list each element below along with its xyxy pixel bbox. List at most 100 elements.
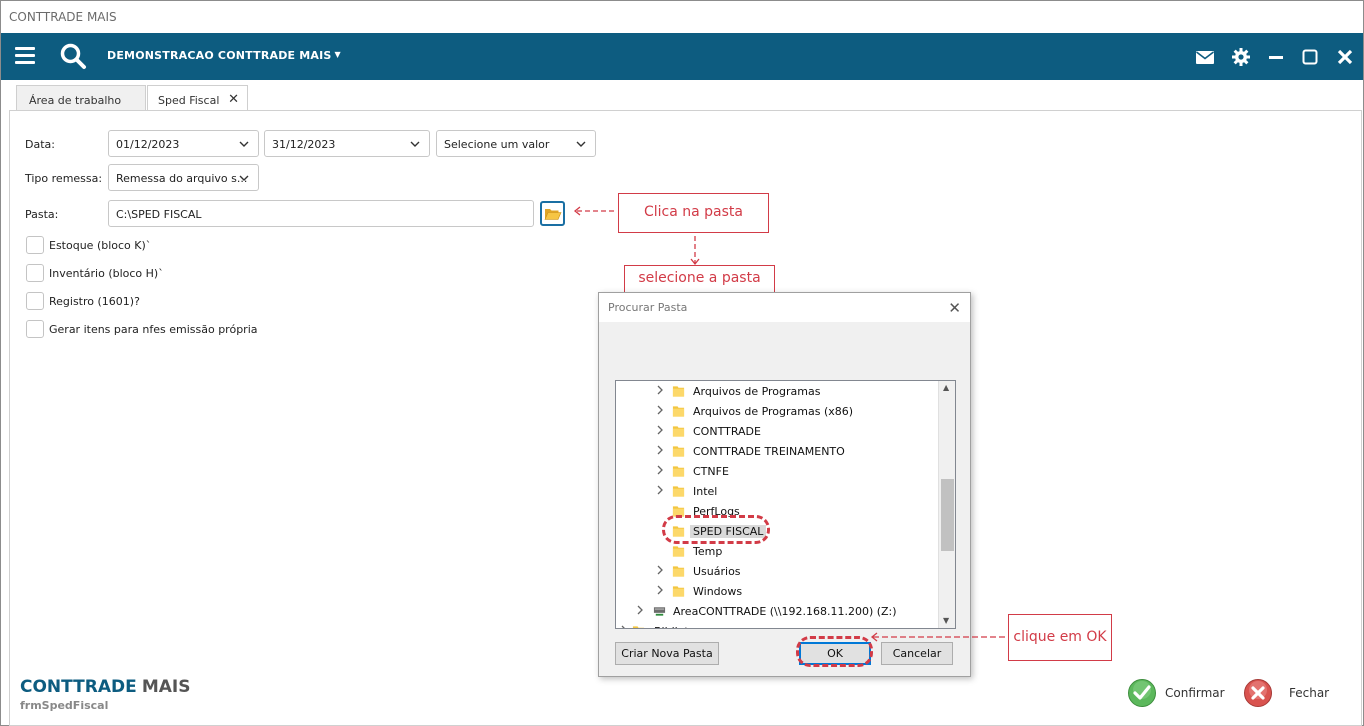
- folder-icon: [672, 586, 685, 597]
- app-window: CONTTRADE MAIS DEMONSTRACAO CONTTRADE MA…: [0, 0, 1364, 726]
- close-icon[interactable]: [1335, 47, 1355, 67]
- data-label: Data:: [25, 138, 55, 151]
- tree-item[interactable]: PerfLogs: [616, 501, 939, 521]
- folder-icon: [672, 546, 685, 557]
- tab-label: Sped Fiscal: [158, 94, 220, 107]
- brand-name-part2: MAIS: [141, 677, 191, 697]
- tree-item[interactable]: Arquivos de Programas (x86): [616, 401, 939, 421]
- tree-item[interactable]: CONTTRADE: [616, 421, 939, 441]
- menu-icon[interactable]: [15, 47, 35, 65]
- chevron-down-icon: [410, 141, 420, 147]
- checkbox-label-registro: Registro (1601)?: [49, 295, 140, 308]
- tree-item-label: Arquivos de Programas (x86): [693, 405, 854, 418]
- folder-icon: [632, 626, 645, 628]
- checkbox-gerar-itens[interactable]: [26, 320, 44, 338]
- tab-area-de-trabalho[interactable]: Área de trabalho: [16, 85, 146, 112]
- folder-icon: [672, 566, 685, 577]
- period-select[interactable]: Selecione um valor: [436, 130, 596, 157]
- tree-item[interactable]: CONTTRADE TREINAMENTO: [616, 441, 939, 461]
- annotation-highlight-sped-fiscal: [662, 515, 770, 544]
- search-icon[interactable]: [59, 42, 87, 70]
- expand-chevron-icon[interactable]: [620, 625, 628, 629]
- expand-chevron-icon[interactable]: [656, 405, 664, 415]
- tree-item-label: Intel: [693, 485, 718, 498]
- expand-chevron-icon[interactable]: [656, 485, 664, 495]
- date-start-select[interactable]: 01/12/2023: [108, 130, 259, 157]
- tree-item-label: CONTTRADE TREINAMENTO: [693, 445, 845, 458]
- expand-chevron-icon[interactable]: [656, 565, 664, 575]
- expand-chevron-icon[interactable]: [656, 425, 664, 435]
- scroll-up-icon[interactable]: ▲: [943, 383, 949, 392]
- tipo-remessa-label: Tipo remessa:: [25, 172, 103, 185]
- gear-icon[interactable]: [1231, 47, 1251, 67]
- brand-logo: CONTTRADE MAIS frmSpedFiscal: [20, 677, 190, 712]
- chevron-down-icon: [239, 141, 249, 147]
- window-title: CONTTRADE MAIS: [9, 10, 117, 24]
- open-folder-icon: [544, 209, 562, 220]
- tipo-remessa-select[interactable]: Remessa do arquivo s...: [108, 164, 259, 191]
- tree-item[interactable]: Intel: [616, 481, 939, 501]
- caret-down-icon: ▼: [334, 50, 341, 59]
- folder-tree[interactable]: Arquivos de Programas Arquivos de Program…: [615, 380, 956, 629]
- tree-scrollbar[interactable]: ▲ ▼: [938, 381, 955, 628]
- expand-chevron-icon[interactable]: [636, 605, 644, 615]
- confirm-check-icon: [1128, 679, 1156, 707]
- expand-chevron-icon[interactable]: [656, 585, 664, 595]
- folder-icon: [672, 446, 685, 457]
- folder-icon: [672, 426, 685, 437]
- tab-sped-fiscal[interactable]: Sped Fiscal ✕: [147, 85, 248, 113]
- annotation-clique-em-ok: clique em OK: [1008, 614, 1112, 661]
- company-name: DEMONSTRACAO CONTTRADE MAIS: [107, 49, 332, 62]
- annotation-arrow-to-folder: [573, 206, 615, 216]
- close-button[interactable]: Fechar: [1243, 678, 1338, 708]
- tab-close-icon[interactable]: ✕: [228, 92, 239, 107]
- expand-chevron-icon[interactable]: [656, 445, 664, 455]
- browse-folder-button[interactable]: [540, 201, 565, 226]
- confirm-button[interactable]: Confirmar: [1127, 678, 1227, 708]
- cancel-button[interactable]: Cancelar: [881, 642, 953, 665]
- tree-item[interactable]: AreaCONTTRADE (\\192.168.11.200) (Z:): [616, 601, 939, 621]
- window-titlebar: CONTTRADE MAIS: [1, 1, 1363, 33]
- tree-item[interactable]: Bibliot: [616, 621, 939, 629]
- checkbox-estoque[interactable]: [26, 236, 44, 254]
- checkbox-inventario[interactable]: [26, 264, 44, 282]
- company-dropdown[interactable]: DEMONSTRACAO CONTTRADE MAIS ▼: [107, 49, 341, 62]
- folder-icon: [672, 386, 685, 397]
- annotation-arrow-down: [690, 236, 700, 266]
- expand-chevron-icon[interactable]: [656, 385, 664, 395]
- tree-item[interactable]: Temp: [616, 541, 939, 561]
- maximize-icon[interactable]: [1300, 47, 1320, 67]
- mail-icon[interactable]: [1195, 47, 1215, 67]
- checkbox-label-estoque: Estoque (bloco K)`: [49, 239, 152, 252]
- date-end-value: 31/12/2023: [272, 138, 336, 151]
- tipo-remessa-value: Remessa do arquivo s...: [116, 172, 248, 185]
- close-label: Fechar: [1289, 686, 1330, 700]
- date-end-select[interactable]: 31/12/2023: [264, 130, 430, 157]
- checkbox-registro[interactable]: [26, 292, 44, 310]
- pasta-label: Pasta:: [25, 208, 59, 221]
- date-start-value: 01/12/2023: [116, 138, 180, 151]
- form-name: frmSpedFiscal: [20, 699, 109, 712]
- pasta-input[interactable]: C:\SPED FISCAL: [108, 200, 534, 227]
- dialog-close-icon[interactable]: ✕: [948, 299, 961, 317]
- minimize-icon[interactable]: [1266, 47, 1286, 67]
- folder-icon: [672, 406, 685, 417]
- scroll-thumb[interactable]: [941, 479, 954, 551]
- network-drive-icon: [653, 607, 666, 616]
- new-folder-button[interactable]: Criar Nova Pasta: [615, 642, 719, 665]
- scroll-down-icon[interactable]: ▼: [943, 616, 949, 625]
- checkbox-label-gerar-itens: Gerar itens para nfes emissão própria: [49, 323, 258, 336]
- expand-chevron-icon[interactable]: [656, 465, 664, 475]
- app-header-bar: DEMONSTRACAO CONTTRADE MAIS ▼: [1, 33, 1363, 80]
- tree-item[interactable]: Arquivos de Programas: [616, 381, 939, 401]
- annotation-arrow-to-ok: [870, 632, 1007, 642]
- period-select-value: Selecione um valor: [444, 138, 550, 151]
- tree-item-label: Arquivos de Programas: [693, 385, 821, 398]
- tree-item[interactable]: CTNFE: [616, 461, 939, 481]
- tree-item-label: CONTTRADE: [693, 425, 761, 438]
- tree-item[interactable]: Windows: [616, 581, 939, 601]
- tree-item[interactable]: Usuários: [616, 561, 939, 581]
- tree-item-label: AreaCONTTRADE (\\192.168.11.200) (Z:): [673, 605, 897, 618]
- tree-item-label: CTNFE: [693, 465, 729, 478]
- chevron-down-icon: [576, 141, 586, 147]
